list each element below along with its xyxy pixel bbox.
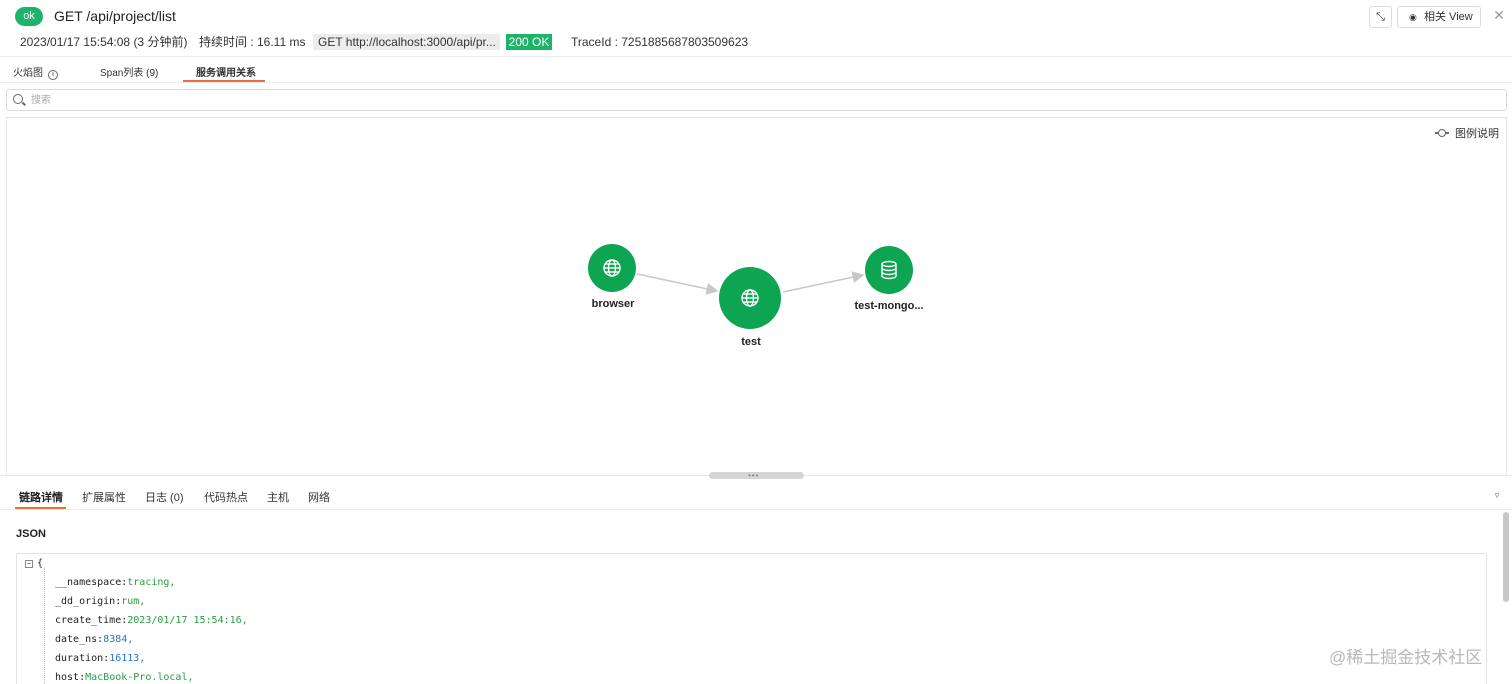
node-label-test-mongo: test-mongo... — [854, 300, 924, 312]
collapse-icon[interactable]: ▿ — [1492, 491, 1502, 501]
search-icon — [13, 94, 23, 104]
tab-logs[interactable]: 日志 (0) — [145, 489, 184, 505]
status-badge: ok — [15, 7, 43, 26]
node-test — [719, 267, 781, 329]
tab-trace-details[interactable]: 链路详情 — [19, 489, 63, 505]
compress-icon: ⤡ — [1376, 11, 1385, 23]
json-line: host:MacBook-Pro.local, — [55, 672, 194, 683]
graph-canvas — [588, 244, 913, 329]
drag-dots-icon: ••• — [748, 471, 760, 480]
node-label-test: test — [741, 336, 761, 348]
info-icon[interactable]: i — [48, 70, 58, 80]
fold-icon[interactable]: − — [25, 560, 33, 568]
json-value: 16113, — [109, 653, 146, 664]
tab-host[interactable]: 主机 — [267, 489, 289, 505]
tab-span-list[interactable]: Span列表 (9) — [100, 64, 158, 79]
active-detail-tab-indicator — [15, 507, 66, 509]
node-browser — [588, 244, 636, 292]
json-line: __namespace:tracing, — [55, 577, 176, 588]
tab-flamegraph-label: 火焰图 — [13, 68, 43, 79]
json-value: tracing, — [127, 577, 176, 588]
detail-tabs: 链路详情 扩展属性 日志 (0) 代码热点 主机 网络 ▿ — [0, 483, 1512, 510]
trace-datetime: 2023/01/17 15:54:08 (3 分钟前) — [20, 35, 188, 49]
json-line: date_ns:8384, — [55, 634, 134, 645]
tab-code-hotspots[interactable]: 代码热点 — [204, 489, 248, 505]
tab-service-map[interactable]: 服务调用关系 — [196, 64, 256, 79]
json-key: duration — [55, 653, 104, 664]
close-icon[interactable]: ✕ — [1492, 7, 1506, 24]
json-value: 2023/01/17 15:54:16, — [127, 615, 248, 626]
json-section-title: JSON — [16, 528, 46, 540]
json-key: _dd_origin — [55, 596, 116, 607]
service-graph: 图例说明 browser test test-mongo... — [6, 117, 1507, 475]
json-key: __namespace — [55, 577, 122, 588]
edge-browser-test — [636, 273, 719, 295]
json-line: duration:16113, — [55, 653, 146, 664]
request-url: GET http://localhost:3000/api/pr... — [313, 34, 500, 50]
json-key: date_ns — [55, 634, 98, 645]
json-value: rum, — [121, 596, 146, 607]
search-input[interactable] — [31, 93, 1491, 108]
json-key: create_time — [55, 615, 122, 626]
active-tab-indicator — [183, 80, 265, 82]
edge-test-mongo — [782, 271, 865, 293]
search-box — [6, 89, 1507, 111]
trace-header: ok GET /api/project/list ⤡ ◉ 相关 View ✕ 20… — [0, 0, 1512, 57]
indent-guide — [44, 568, 45, 684]
tab-network[interactable]: 网络 — [308, 489, 330, 505]
related-view-button[interactable]: ◉ 相关 View — [1397, 6, 1481, 28]
json-key: host — [55, 672, 80, 683]
trace-duration: 持续时间 : 16.11 ms — [199, 35, 306, 49]
node-test-mongo — [865, 246, 913, 294]
json-line: create_time:2023/01/17 15:54:16, — [55, 615, 248, 626]
json-line: _dd_origin:rum, — [55, 596, 146, 607]
json-value: 8384, — [103, 634, 134, 645]
json-viewer: − { __namespace:tracing, _dd_origin:rum,… — [16, 553, 1487, 684]
page-title: GET /api/project/list — [54, 8, 176, 24]
scrollbar[interactable] — [1503, 512, 1509, 602]
related-view-label: 相关 View — [1424, 11, 1473, 23]
watermark: @稀土掘金技术社区 — [1329, 648, 1483, 667]
json-value: MacBook-Pro.local, — [85, 672, 194, 683]
http-status-badge: 200 OK — [506, 34, 552, 50]
eye-icon: ◉ — [1409, 12, 1417, 22]
trace-id[interactable]: TraceId : 7251885687803509623 — [571, 34, 748, 50]
resize-handle[interactable]: ••• — [709, 471, 804, 480]
node-label-browser: browser — [591, 298, 635, 310]
view-tabs: 火焰图 i Span列表 (9) 服务调用关系 — [0, 57, 1512, 83]
compress-button[interactable]: ⤡ — [1369, 6, 1392, 28]
json-open-brace: { — [37, 558, 44, 569]
tab-extended-attributes[interactable]: 扩展属性 — [82, 489, 126, 505]
tab-flamegraph[interactable]: 火焰图 i — [13, 64, 58, 80]
